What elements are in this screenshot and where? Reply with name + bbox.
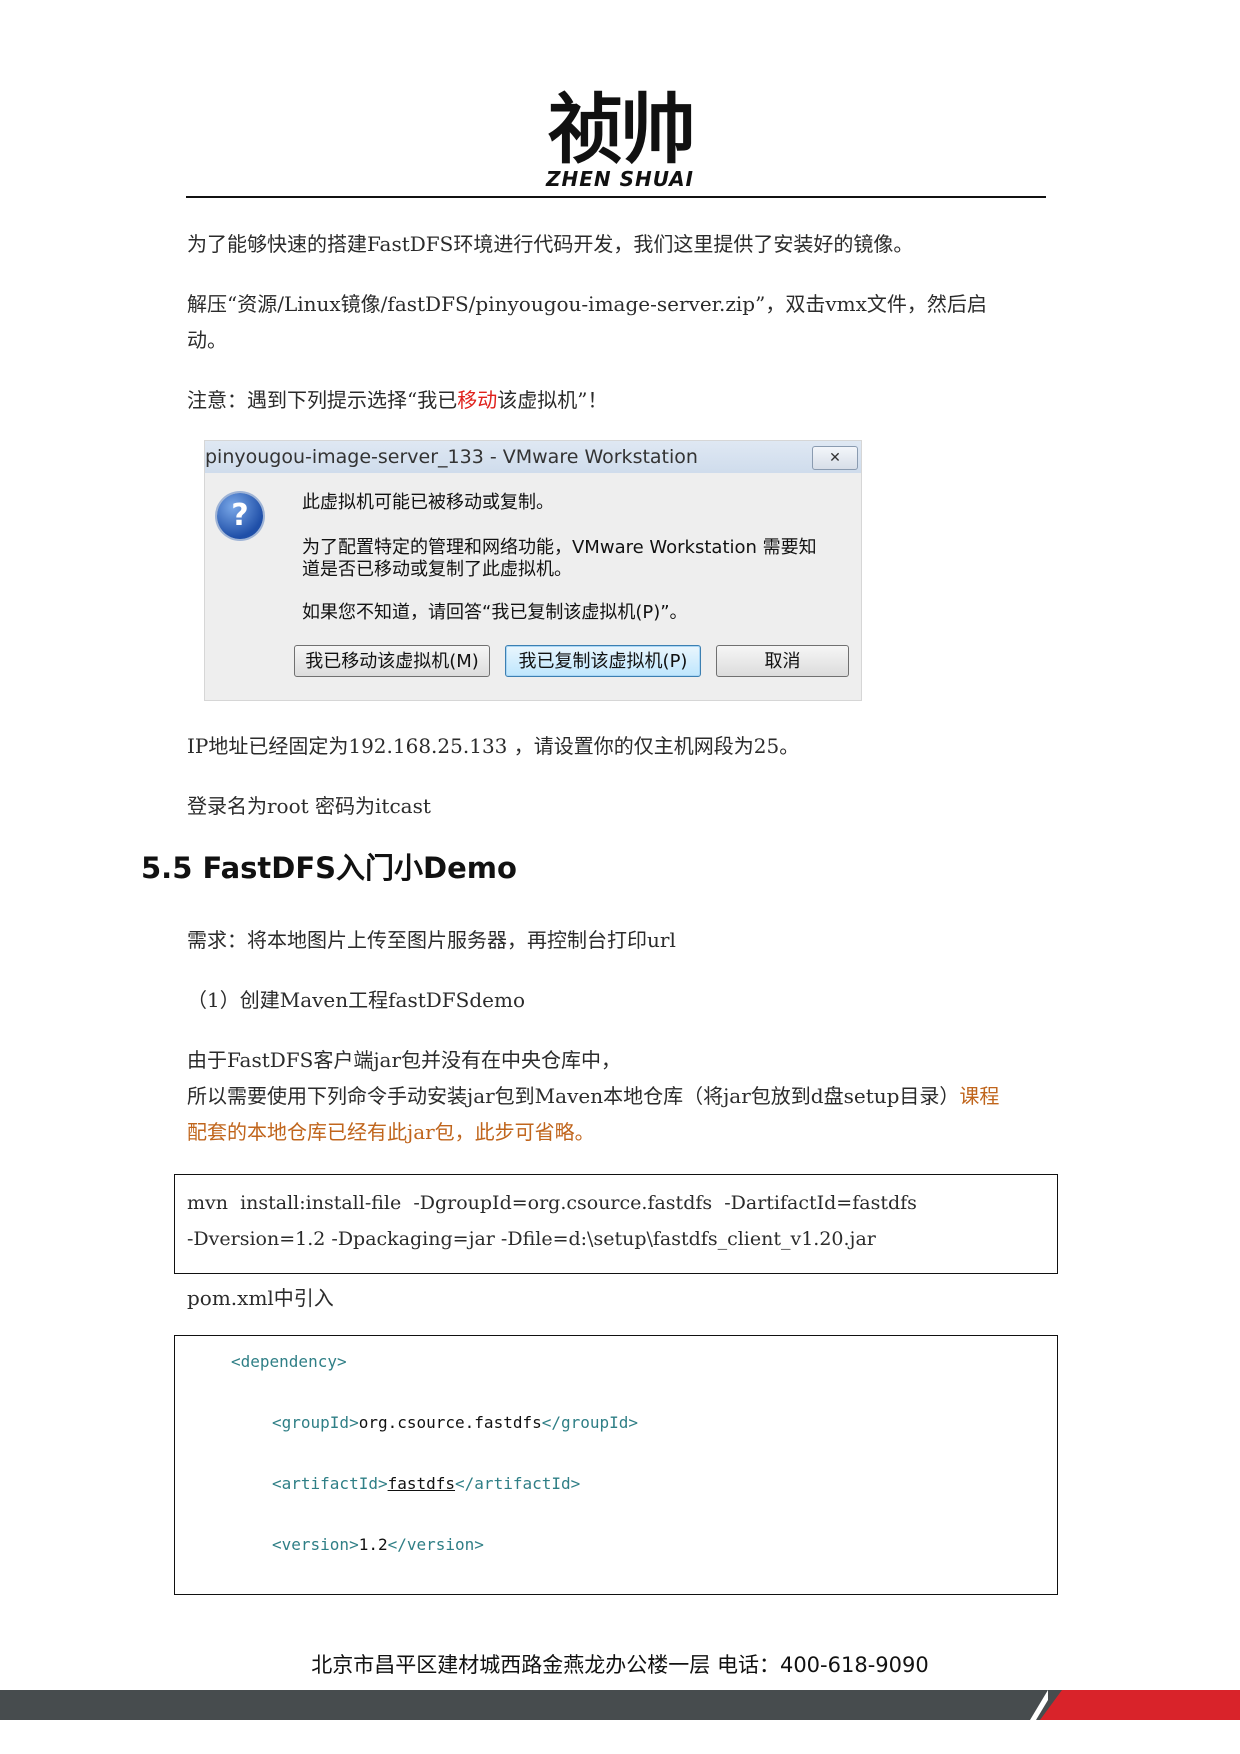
xml-line-version: <version>1.2</version> (272, 1533, 484, 1557)
dialog-message-3: 如果您不知道，请回答“我已复制该虚拟机(P)”。 (302, 602, 688, 623)
notice-prefix: 注意：遇到下列提示选择“我已 (187, 388, 458, 412)
xml-line-dependency: <dependency> (231, 1350, 347, 1374)
client-paragraph-line2: 所以需要使用下列命令手动安装jar包到Maven本地仓库（将jar包放到d盘se… (187, 1078, 1067, 1114)
xml-box: <dependency> <groupId>org.csource.fastdf… (174, 1335, 1058, 1595)
cancel-button[interactable]: 取消 (716, 645, 849, 677)
dialog-message-2a: 为了配置特定的管理和网络功能，VMware Workstation 需要知 (302, 537, 817, 558)
moved-vm-button[interactable]: 我已移动该虚拟机(M) (294, 645, 490, 677)
command-line-1: mvn install:install-file -DgroupId=org.c… (187, 1192, 917, 1214)
command-line-2: -Dversion=1.2 -Dpackaging=jar -Dfile=d:\… (187, 1228, 876, 1250)
footer-red-accent (1040, 1690, 1240, 1720)
unzip-paragraph-line2: 动。 (187, 328, 227, 352)
intro-paragraph: 为了能够快速的搭建FastDFS环境进行代码开发，我们这里提供了安装好的镜像。 (187, 232, 914, 256)
dialog-message-1: 此虚拟机可能已被移动或复制。 (302, 492, 554, 513)
groupid-value: org.csource.fastdfs (358, 1413, 542, 1432)
pom-paragraph: pom.xml中引入 (187, 1286, 334, 1310)
course-note-end: 配套的本地仓库已经有此jar包，此步可省略。 (187, 1120, 595, 1144)
section-heading: 5.5 FastDFS入门小Demo (141, 851, 517, 885)
notice-suffix: 该虚拟机”！ (497, 388, 608, 412)
ip-paragraph: IP地址已经固定为192.168.25.133 ，请设置你的仅主机网段为25。 (187, 734, 800, 758)
groupid-close-tag: </groupId> (541, 1413, 639, 1432)
version-open-tag: <version> (272, 1535, 359, 1554)
logo-chinese: 祯帅 (548, 85, 696, 174)
xml-line-artifactid: <artifactId>fastdfs</artifactId> (272, 1472, 580, 1496)
logo-english: ZHEN SHUAI (545, 167, 694, 191)
unzip-paragraph-line1: 解压“资源/Linux镜像/fastDFS/pinyougou-image-se… (187, 292, 987, 316)
install-instruction: 所以需要使用下列命令手动安装jar包到Maven本地仓库（将jar包放到d盘se… (187, 1084, 960, 1108)
artifactid-close-tag: </artifactId> (455, 1474, 581, 1493)
dialog-message-2b: 道是否已移动或复制了此虚拟机。 (302, 559, 572, 580)
login-paragraph: 登录名为root 密码为itcast (187, 794, 431, 818)
groupid-open-tag: <groupId> (272, 1413, 359, 1432)
artifactid-value: fastdfs (387, 1474, 456, 1493)
version-value: 1.2 (358, 1535, 388, 1554)
step1-paragraph: （1）创建Maven工程fastDFSdemo (187, 988, 526, 1012)
command-box: mvn install:install-file -DgroupId=org.c… (174, 1174, 1058, 1274)
course-note-start: 课程 (959, 1084, 1000, 1108)
footer-address: 北京市昌平区建材城西路金燕龙办公楼一层 电话：400-618-9090 (311, 1653, 929, 1677)
requirement-paragraph: 需求：将本地图片上传至图片服务器，再控制台打印url (187, 928, 676, 952)
dialog-title: pinyougou-image-server_133 - VMware Work… (205, 446, 698, 468)
vmware-dialog: pinyougou-image-server_133 - VMware Work… (205, 441, 861, 700)
dialog-titlebar: pinyougou-image-server_133 - VMware Work… (205, 441, 861, 473)
notice-paragraph: 注意：遇到下列提示选择“我已移动该虚拟机”！ (187, 382, 1047, 418)
version-close-tag: </version> (387, 1535, 484, 1554)
header-divider (186, 196, 1046, 198)
artifactid-open-tag: <artifactId> (272, 1474, 388, 1493)
client-paragraph-line1: 由于FastDFS客户端jar包并没有在中央仓库中， (187, 1048, 622, 1072)
xml-line-groupid: <groupId>org.csource.fastdfs</groupId> (272, 1411, 638, 1435)
dependency-tag: <dependency> (231, 1352, 347, 1371)
notice-highlight: 移动 (457, 388, 498, 412)
close-icon[interactable]: ✕ (812, 446, 858, 470)
question-icon: ? (217, 493, 263, 539)
copied-vm-button[interactable]: 我已复制该虚拟机(P) (505, 645, 701, 677)
